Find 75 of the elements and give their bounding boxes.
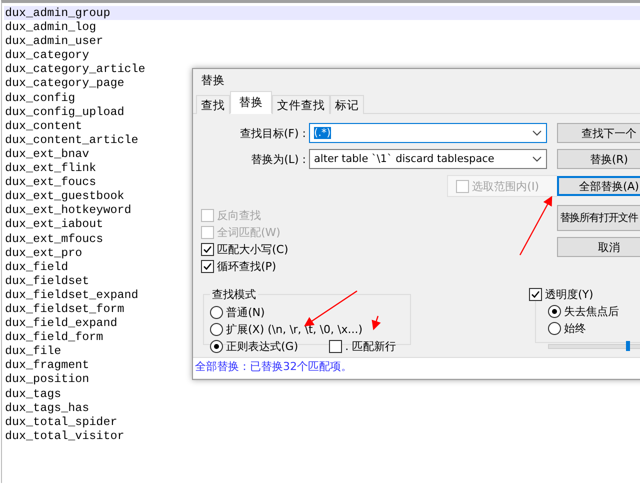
radio-button[interactable]	[210, 340, 223, 353]
dialog-button[interactable]: 替换所有打开文件	[557, 205, 640, 231]
code-line: dux_total_visitor	[5, 428, 124, 443]
radio-label: 正则表达式(G)	[226, 339, 298, 354]
dropdown-caret-icon	[532, 156, 542, 162]
tab[interactable]: 标记	[330, 95, 364, 114]
radio-button[interactable]	[210, 323, 223, 336]
radio-label: 始终	[564, 321, 586, 336]
group-legend: 查找模式	[210, 287, 258, 302]
code-line: dux_admin_user	[5, 34, 104, 48]
code-line: dux_field_form	[5, 330, 104, 344]
code-line: dux_content	[5, 118, 82, 133]
code-line: dux_fieldset_expand	[5, 288, 138, 302]
code-line: dux_category	[5, 48, 90, 62]
checkbox[interactable]	[201, 243, 214, 256]
field-label: 查找目标(F) :	[238, 126, 307, 140]
code-line: dux_admin_group	[5, 6, 110, 20]
tab[interactable]: 查找	[196, 95, 230, 114]
code-line: dux_config	[5, 90, 76, 105]
checkbox-label: . 匹配新行	[345, 339, 396, 354]
slider-track[interactable]	[548, 344, 640, 349]
dialog-title: 替换	[200, 72, 226, 89]
radio-label: 普通(N)	[226, 305, 265, 320]
code-line: dux_content_article	[5, 132, 138, 147]
code-line: dux_fragment	[5, 358, 90, 372]
code-line: dux_file	[5, 344, 62, 358]
checkbox-label: 循环查找(P)	[217, 259, 276, 274]
dialog-button[interactable]: 替换(R)	[557, 149, 640, 169]
code-line: dux_ext_flink	[5, 161, 96, 176]
code-line: dux_admin_log	[5, 20, 96, 34]
code-line: dux_ext_hotkeyword	[5, 203, 132, 218]
radio-label: 扩展(X) (\n, \r, \t, \0, \x...)	[226, 322, 363, 337]
combo-field[interactable]: alter table `\1` discard tablespace	[309, 149, 547, 169]
dropdown-caret-icon	[532, 130, 542, 136]
status-message: 全部替换：已替换32个匹配项。	[193, 357, 640, 378]
radio-button[interactable]	[210, 306, 223, 319]
code-line: dux_field	[5, 260, 68, 274]
slider-thumb[interactable]	[626, 341, 630, 351]
code-line: dux_category_page	[5, 76, 124, 90]
code-line: dux_field_expand	[5, 316, 118, 330]
code-line: dux_ext_iabout	[5, 217, 104, 232]
arrow-drawing	[372, 316, 381, 330]
combo-field[interactable]: (.*)	[309, 123, 547, 143]
dialog-button[interactable]: 取消	[557, 237, 640, 257]
arrow-drawing	[304, 290, 358, 326]
code-line: dux_config_upload	[5, 104, 124, 119]
code-line: dux_fieldset_form	[5, 302, 124, 316]
code-line: dux_category_article	[5, 62, 146, 76]
checkbox[interactable]	[329, 340, 342, 353]
code-line: dux_ext_mfoucs	[5, 232, 104, 246]
checkbox-label: 全词匹配(W)	[217, 225, 280, 240]
tab[interactable]: 替换	[230, 91, 272, 114]
radio-label: 失去焦点后	[564, 304, 619, 319]
checkbox-label: 选取范围内(I)	[472, 178, 539, 194]
code-line: dux_position	[5, 372, 90, 386]
tab[interactable]: 文件查找	[272, 95, 330, 114]
dialog-button[interactable]: 全部替换(A)	[557, 176, 640, 196]
dialog-button[interactable]: 查找下一个	[557, 123, 640, 143]
checkbox[interactable]	[201, 260, 214, 273]
checkbox-label: 匹配大小写(C)	[217, 242, 288, 257]
code-line: dux_ext_foucs	[5, 175, 96, 190]
code-line: dux_ext_bnav	[5, 146, 90, 161]
code-line: dux_ext_guestbook	[5, 189, 124, 204]
code-line: dux_fieldset	[5, 274, 90, 288]
field-label: 替换为(L) :	[250, 152, 307, 166]
code-line: dux_total_spider	[5, 414, 118, 429]
code-line: dux_tags_has	[5, 400, 90, 415]
radio-button[interactable]	[548, 322, 561, 335]
checkbox[interactable]	[529, 288, 542, 300]
code-line: dux_ext_pro	[5, 246, 82, 260]
code-line: dux_tags	[5, 386, 62, 401]
checkbox-label: 透明度(Y)	[545, 286, 594, 302]
radio-button[interactable]	[548, 305, 561, 318]
arrow-drawing	[519, 196, 552, 256]
checkbox-label: 反向查找	[217, 208, 261, 223]
